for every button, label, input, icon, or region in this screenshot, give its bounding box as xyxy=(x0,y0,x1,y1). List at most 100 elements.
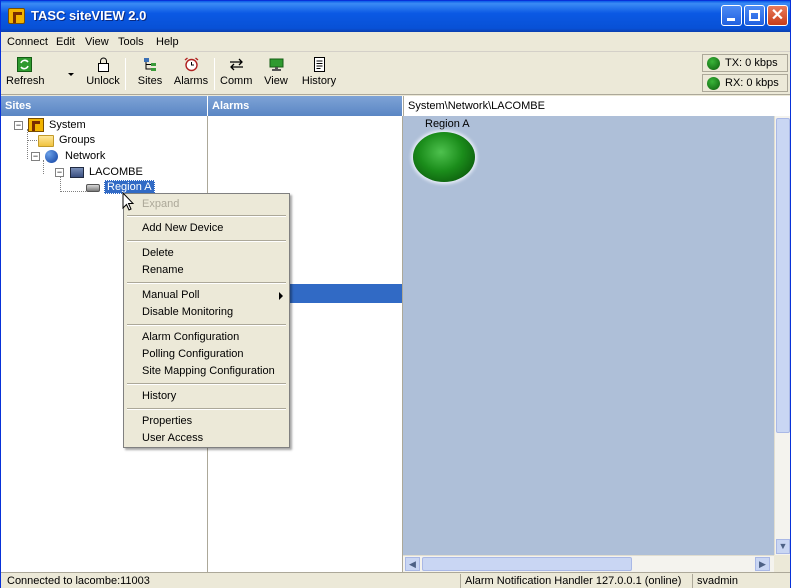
comm-label: Comm xyxy=(220,75,253,87)
menu-item-disable-monitoring[interactable]: Disable Monitoring xyxy=(126,304,287,321)
tx-status-icon xyxy=(707,57,720,70)
menu-separator xyxy=(127,240,286,242)
mouse-cursor-icon xyxy=(122,192,135,211)
menu-separator xyxy=(127,383,286,385)
tx-rate: TX: 0 kbps xyxy=(725,57,778,69)
close-button[interactable]: ✕ xyxy=(767,5,788,26)
tree-label: Groups xyxy=(59,134,96,146)
refresh-label: Refresh xyxy=(6,75,45,87)
menu-separator xyxy=(127,324,286,326)
status-bar: Connected to lacombe:11003 Alarm Notific… xyxy=(1,572,790,588)
scroll-left-icon[interactable]: ◀ xyxy=(405,557,420,571)
menu-separator xyxy=(127,215,286,217)
tx-indicator: TX: 0 kbps xyxy=(702,54,788,72)
current-user: svadmin xyxy=(692,574,788,588)
device-icon xyxy=(86,184,100,192)
map-path-header: System\Network\LACOMBE xyxy=(403,96,790,116)
menu-item-alarm-configuration[interactable]: Alarm Configuration xyxy=(126,329,287,346)
alarms-label: Alarms xyxy=(173,75,209,87)
alarms-pane-header: Alarms xyxy=(208,96,403,116)
menu-help[interactable]: Help xyxy=(156,36,179,48)
toolbar-divider xyxy=(125,58,126,90)
tree-item-lacombe[interactable]: − LACOMBE xyxy=(1,165,143,180)
tree-item-network[interactable]: − Network xyxy=(1,149,121,164)
menu-item-history[interactable]: History xyxy=(126,388,287,405)
menu-item-manual-poll-label: Manual Poll xyxy=(142,289,200,301)
submenu-arrow-icon xyxy=(279,292,283,300)
collapse-icon[interactable]: − xyxy=(14,121,23,130)
minimize-icon xyxy=(727,18,735,21)
collapse-icon[interactable]: − xyxy=(55,168,64,177)
alarms-button[interactable]: Alarms xyxy=(173,55,209,93)
tree-item-groups[interactable]: Groups xyxy=(1,133,121,148)
window-title: TASC siteVIEW 2.0 xyxy=(31,8,147,23)
network-icon xyxy=(45,150,58,163)
toolbar-divider xyxy=(214,58,215,90)
site-map[interactable]: Region A xyxy=(403,116,774,555)
comm-arrows-icon xyxy=(229,58,243,71)
alarm-clock-icon xyxy=(184,57,198,72)
view-label: View xyxy=(264,75,288,87)
minimize-button[interactable] xyxy=(721,5,742,26)
app-logo-icon xyxy=(8,8,25,24)
tree-label: LACOMBE xyxy=(89,166,143,178)
refresh-icon xyxy=(16,57,32,72)
menu-item-delete[interactable]: Delete xyxy=(126,245,287,262)
view-monitor-icon xyxy=(269,58,283,71)
lock-icon xyxy=(97,57,109,72)
menu-item-user-access[interactable]: User Access xyxy=(126,430,287,447)
sites-button[interactable]: Sites xyxy=(136,55,164,93)
scroll-thumb[interactable] xyxy=(776,118,790,433)
app-window: TASC siteVIEW 2.0 ✕ Connect Edit View To… xyxy=(0,0,791,588)
menu-view[interactable]: View xyxy=(85,36,109,48)
menu-item-add-new-device[interactable]: Add New Device xyxy=(126,220,287,237)
collapse-icon[interactable]: − xyxy=(31,152,40,161)
scroll-corner xyxy=(774,555,790,572)
scroll-right-icon[interactable]: ▶ xyxy=(755,557,770,571)
sites-label: Sites xyxy=(137,75,163,87)
system-icon xyxy=(28,118,44,132)
menu-item-manual-poll[interactable]: Manual Poll xyxy=(126,287,287,304)
tree-item-system[interactable]: − System xyxy=(1,118,121,133)
handler-status: Alarm Notification Handler 127.0.0.1 (on… xyxy=(460,574,690,588)
unlock-button[interactable]: Unlock xyxy=(85,55,121,93)
history-document-icon xyxy=(313,57,325,72)
refresh-dropdown-icon[interactable] xyxy=(68,73,74,76)
menu-separator xyxy=(127,408,286,410)
rx-indicator: RX: 0 kbps xyxy=(702,74,788,92)
refresh-button[interactable]: Refresh xyxy=(6,55,45,93)
menu-item-site-mapping-configuration[interactable]: Site Mapping Configuration xyxy=(126,363,287,380)
menu-item-polling-configuration[interactable]: Polling Configuration xyxy=(126,346,287,363)
maximize-button[interactable] xyxy=(744,5,765,26)
site-icon xyxy=(70,167,84,178)
menu-item-rename[interactable]: Rename xyxy=(126,262,287,279)
scroll-down-icon[interactable]: ▼ xyxy=(776,539,790,554)
map-horizontal-scrollbar[interactable]: ◀ ▶ xyxy=(403,555,774,572)
menu-item-expand: Expand xyxy=(142,198,180,210)
menu-edit[interactable]: Edit xyxy=(56,36,75,48)
title-bar[interactable]: TASC siteVIEW 2.0 ✕ xyxy=(1,1,790,32)
unlock-label: Unlock xyxy=(86,75,120,87)
menu-tools[interactable]: Tools xyxy=(118,36,144,48)
menu-item-properties[interactable]: Properties xyxy=(126,413,287,430)
connection-status: Connected to lacombe:11003 xyxy=(7,575,150,587)
map-region-label: Region A xyxy=(425,118,470,130)
sites-tree-icon xyxy=(143,58,156,71)
maximize-icon xyxy=(749,10,760,21)
comm-button[interactable]: Comm xyxy=(220,55,252,93)
menu-bar: Connect Edit View Tools Help xyxy=(1,33,790,52)
map-vertical-scrollbar[interactable]: ▼ xyxy=(774,116,790,555)
folder-icon xyxy=(38,135,54,147)
close-icon: ✕ xyxy=(770,7,785,24)
menu-connect[interactable]: Connect xyxy=(7,36,48,48)
scroll-thumb[interactable] xyxy=(422,557,632,571)
rx-rate: RX: 0 kbps xyxy=(725,77,779,89)
rx-status-icon xyxy=(707,77,720,90)
history-label: History xyxy=(301,75,337,87)
region-status-indicator[interactable] xyxy=(413,132,475,182)
toolbar: Refresh Unlock Sites Alarms Comm View Hi… xyxy=(1,53,790,95)
context-menu: Expand Add New Device Delete Rename Manu… xyxy=(123,193,290,448)
sites-pane-header: Sites xyxy=(1,96,208,116)
history-button[interactable]: History xyxy=(299,55,339,93)
view-button[interactable]: View xyxy=(263,55,289,93)
